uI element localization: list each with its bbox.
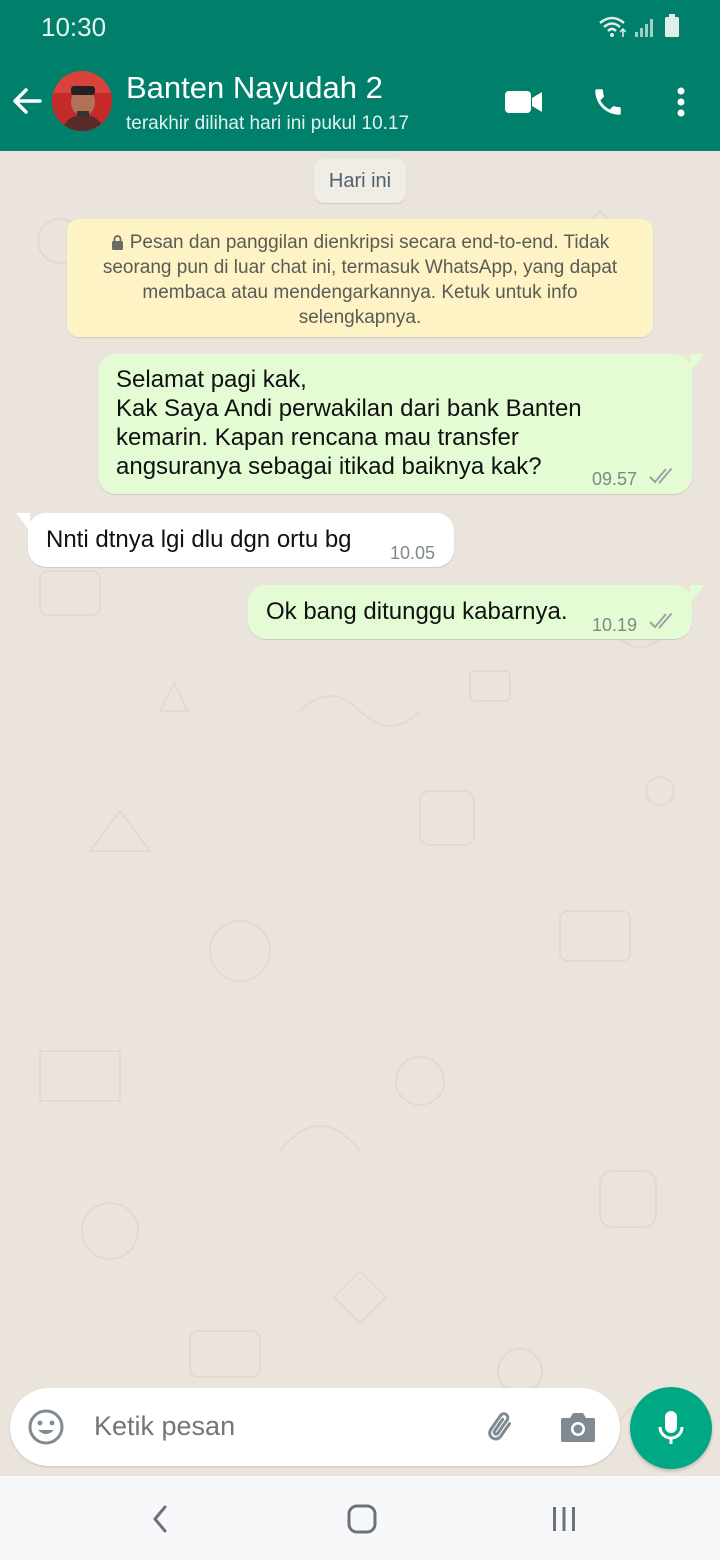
lock-icon bbox=[111, 235, 123, 250]
voice-call-button[interactable] bbox=[586, 82, 630, 122]
message-time: 10.05 bbox=[390, 543, 436, 563]
camera-button[interactable] bbox=[558, 1407, 598, 1447]
chat-area[interactable]: Hari ini Pesan dan panggilan dienkripsi … bbox=[0, 151, 720, 1476]
nav-home-button[interactable] bbox=[342, 1502, 382, 1536]
message-bubble-outgoing[interactable]: Ok bang ditunggu kabarnya. 10.19 bbox=[248, 585, 692, 639]
message-bubble-outgoing[interactable]: Selamat pagi kak, Kak Saya Andi perwakil… bbox=[98, 354, 692, 494]
nav-back-button[interactable] bbox=[140, 1502, 180, 1536]
back-arrow-icon bbox=[13, 88, 42, 114]
video-call-icon bbox=[505, 91, 542, 113]
message-text: Nnti dtnya lgi dlu dgn ortu bg bbox=[46, 526, 352, 553]
last-seen-status[interactable]: terakhir dilihat hari ini pukul 10.17 bbox=[126, 113, 409, 135]
nav-back-icon bbox=[153, 1505, 167, 1533]
bubble-tail bbox=[16, 513, 30, 531]
chat-header: Banten Nayudah 2 terakhir dilihat hari i… bbox=[0, 52, 720, 151]
wifi-icon bbox=[599, 16, 626, 37]
system-nav-bar bbox=[0, 1476, 720, 1560]
avatar[interactable] bbox=[52, 71, 112, 131]
status-icons bbox=[598, 14, 680, 38]
date-chip: Hari ini bbox=[314, 159, 406, 203]
read-receipt-icon bbox=[649, 467, 673, 484]
camera-icon bbox=[561, 1413, 595, 1442]
bubble-tail bbox=[690, 585, 704, 603]
emoji-icon bbox=[28, 1409, 64, 1445]
message-bubble-incoming[interactable]: Nnti dtnya lgi dlu dgn ortu bg 10.05 bbox=[28, 513, 454, 567]
encryption-notice-text: Pesan dan panggilan dienkripsi secara en… bbox=[102, 232, 618, 328]
status-bar: 10:30 bbox=[0, 0, 720, 52]
nav-recents-button[interactable] bbox=[544, 1502, 584, 1536]
back-button[interactable] bbox=[10, 80, 50, 124]
emoji-button[interactable] bbox=[26, 1407, 66, 1447]
attach-button[interactable] bbox=[482, 1407, 522, 1447]
contact-name[interactable]: Banten Nayudah 2 bbox=[126, 70, 383, 106]
more-options-icon bbox=[677, 87, 685, 117]
message-text: Selamat pagi kak, Kak Saya Andi perwakil… bbox=[116, 366, 582, 480]
nav-recents-icon bbox=[553, 1507, 575, 1531]
video-call-button[interactable] bbox=[502, 82, 546, 122]
bubble-tail bbox=[690, 354, 704, 372]
message-input[interactable] bbox=[94, 1411, 474, 1442]
signal-icon bbox=[635, 19, 653, 37]
encryption-notice[interactable]: Pesan dan panggilan dienkripsi secara en… bbox=[67, 219, 653, 337]
read-receipt-icon bbox=[649, 612, 673, 629]
voice-call-icon bbox=[595, 89, 621, 115]
wallpaper-doodles bbox=[29, 209, 675, 1458]
message-text: Ok bang ditunggu kabarnya. bbox=[266, 598, 568, 625]
attach-icon bbox=[488, 1412, 512, 1441]
status-time: 10:30 bbox=[41, 12, 107, 42]
message-time: 09.57 bbox=[592, 469, 638, 489]
more-options-button[interactable] bbox=[666, 82, 696, 122]
voice-message-button[interactable] bbox=[630, 1387, 712, 1469]
nav-home-icon bbox=[347, 1504, 377, 1534]
message-time: 10.19 bbox=[592, 615, 638, 635]
message-composer bbox=[10, 1388, 620, 1466]
contact-photo bbox=[52, 71, 112, 131]
battery-icon bbox=[665, 14, 679, 37]
mic-icon bbox=[658, 1411, 684, 1444]
